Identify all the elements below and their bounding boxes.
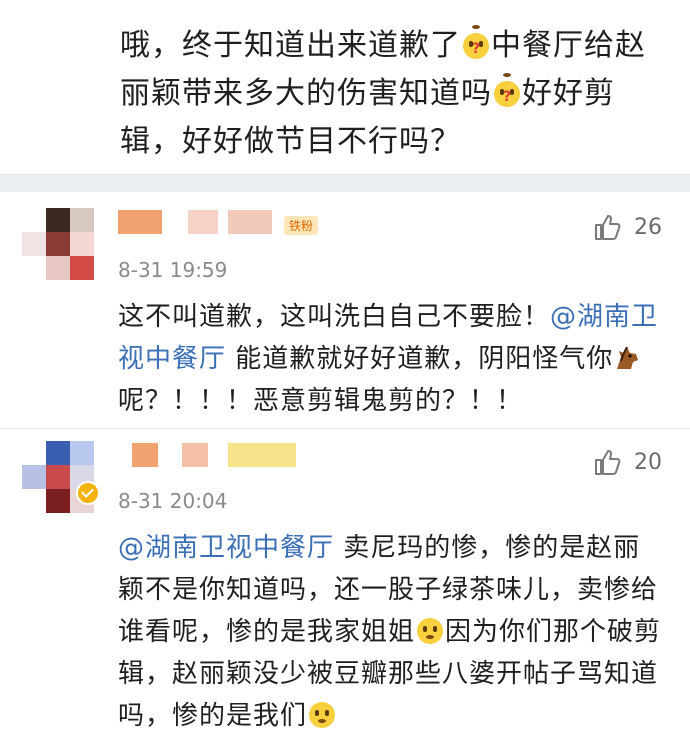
comment-text-part: 这不叫道歉，这叫洗白自己不要脸！ — [118, 302, 551, 332]
horse-emoji-icon — [617, 346, 639, 369]
comment-item: 铁粉 26 8-31 19:59 这不叫道歉，这叫洗白自己不要脸！@湖南卫视中餐… — [0, 192, 690, 428]
thumbs-up-icon — [595, 215, 621, 240]
comment-time: 8-31 20:04 — [118, 489, 228, 513]
like-button[interactable]: 20 — [592, 447, 662, 477]
mention-link[interactable]: @湖南卫视中餐厅 — [118, 533, 334, 563]
comment-text: @湖南卫视中餐厅 卖尼玛的惨，惨的是赵丽颖不是你知道吗，还一股子绿茶味儿，卖惨给… — [118, 527, 663, 737]
comment-text-part: 能道歉就好好道歉，阴阳怪气你 — [226, 344, 614, 374]
question-face-emoji-icon — [463, 25, 489, 59]
post-body: 哦，终于知道出来道歉了中餐厅给赵丽颖带来多大的伤害知道吗好好剪辑，好好做节目不行… — [0, 0, 690, 174]
crying-face-emoji-icon — [417, 618, 444, 644]
post-text: 哦，终于知道出来道歉了中餐厅给赵丽颖带来多大的伤害知道吗好好剪辑，好好做节目不行… — [120, 22, 660, 166]
like-count: 26 — [634, 214, 662, 240]
fan-badge: 铁粉 — [284, 216, 319, 235]
thumbs-up-icon — [595, 450, 621, 475]
sad-face-emoji-icon — [309, 702, 336, 728]
comment-text-part: 呢？！！！恶意剪辑鬼剪的？！！ — [118, 386, 524, 416]
username-blurred[interactable] — [118, 210, 288, 234]
comment-item: 20 8-31 20:04 @湖南卫视中餐厅 卖尼玛的惨，惨的是赵丽颖不是你知道… — [0, 428, 690, 731]
username-blurred[interactable] — [118, 443, 308, 467]
post-text-part: 哦，终于知道出来道歉了 — [120, 28, 461, 63]
question-face-emoji-icon — [494, 73, 520, 107]
comment-text: 这不叫道歉，这叫洗白自己不要脸！@湖南卫视中餐厅 能道歉就好好道歉，阴阳怪气你呢… — [118, 296, 663, 422]
like-count: 20 — [634, 449, 662, 475]
comment-time: 8-31 19:59 — [118, 258, 228, 282]
avatar[interactable] — [22, 208, 94, 280]
like-button[interactable]: 26 — [592, 212, 662, 242]
section-divider — [0, 174, 690, 193]
verified-badge-icon — [76, 481, 100, 505]
